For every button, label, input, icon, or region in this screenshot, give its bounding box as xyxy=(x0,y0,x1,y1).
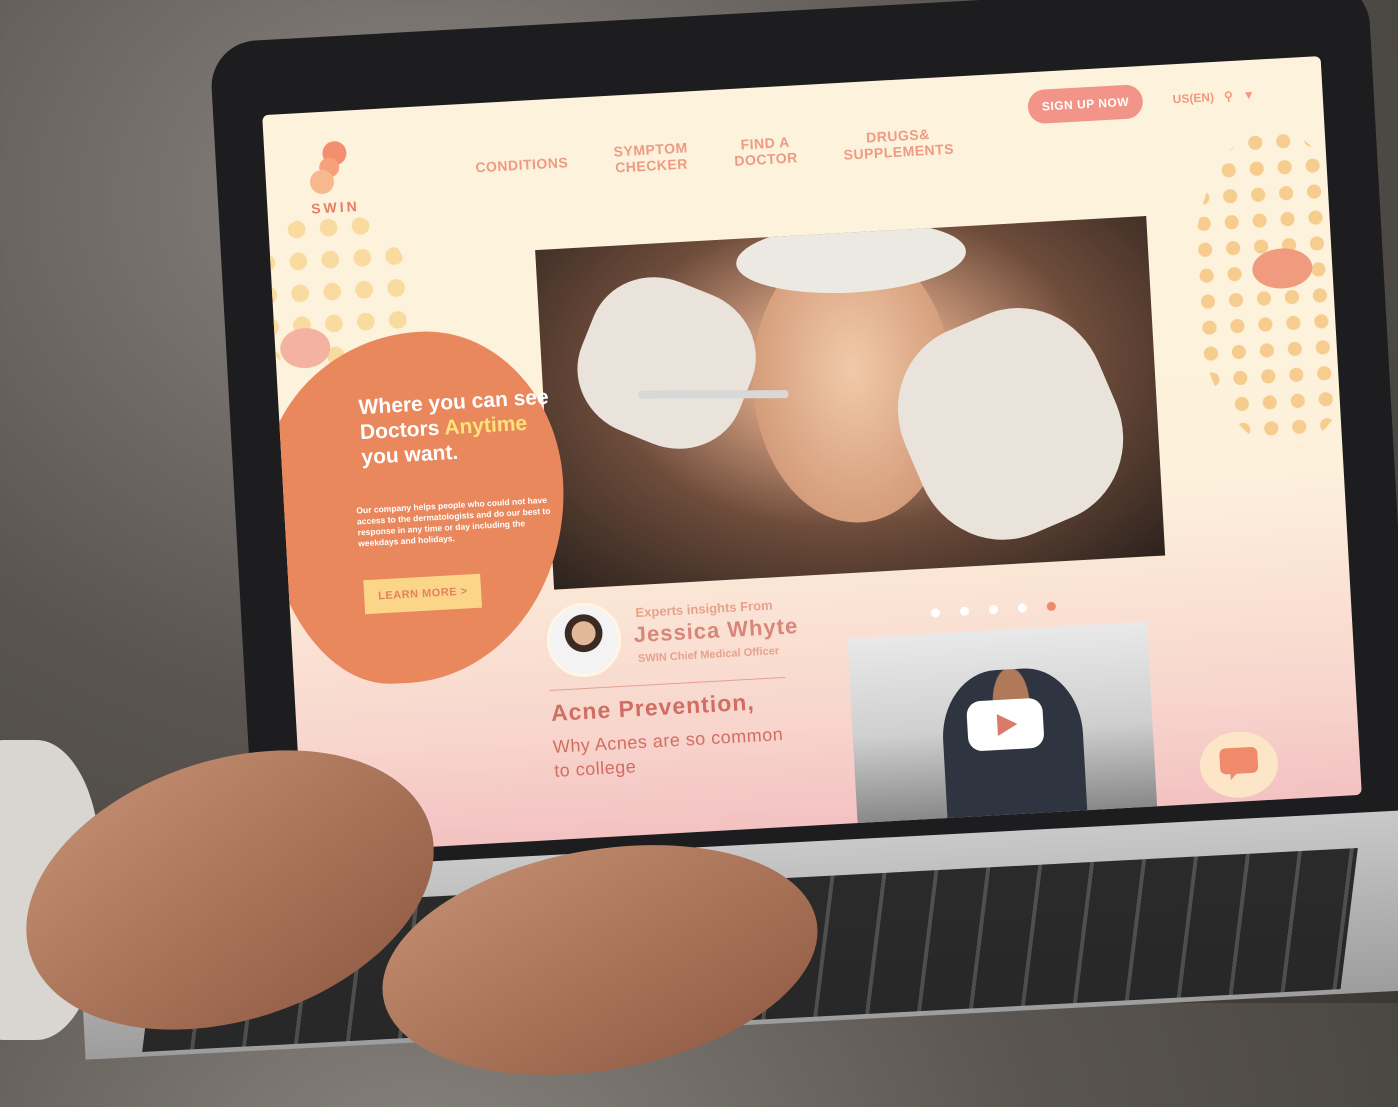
hero-title-highlight: Anytime xyxy=(443,411,528,440)
logo[interactable]: SWIN xyxy=(304,140,364,217)
locale-selector[interactable]: US(EN) ⚲ ▼ xyxy=(1172,88,1255,107)
carousel-dot-active[interactable] xyxy=(1046,601,1057,612)
nav-item-conditions[interactable]: CONDITIONS xyxy=(475,146,570,183)
learn-more-button[interactable]: LEARN MORE > xyxy=(363,573,483,615)
nav-item-find-a-doctor[interactable]: FIND A DOCTOR xyxy=(733,133,798,169)
nav-item-drugs-supplements[interactable]: DRUGS& SUPPLEMENTS xyxy=(842,125,954,163)
carousel-dot[interactable] xyxy=(930,608,941,618)
locale-label: US(EN) xyxy=(1172,90,1215,107)
hero-image xyxy=(535,215,1166,590)
article-title[interactable]: Acne Prevention, xyxy=(550,689,755,727)
logo-icon xyxy=(304,140,363,199)
carousel-dot[interactable] xyxy=(959,606,970,616)
carousel-dot[interactable] xyxy=(988,604,999,615)
chevron-down-icon: ▼ xyxy=(1242,87,1256,103)
hero-glove-left xyxy=(558,257,776,469)
hero-headband xyxy=(734,216,968,299)
article-subtitle[interactable]: Why Acnes are so common to college xyxy=(552,722,794,783)
video-thumbnail[interactable] xyxy=(847,621,1158,839)
chat-icon xyxy=(1219,746,1259,775)
expert-avatar[interactable] xyxy=(544,601,623,680)
hero-title: Where you can see Doctors Anytime you wa… xyxy=(358,385,550,470)
browser-screen: SWIN CONDITIONS SYMPTOM CHECKER FIND A D… xyxy=(262,55,1362,855)
sign-up-button[interactable]: SIGN UP NOW xyxy=(1026,83,1144,125)
play-icon[interactable] xyxy=(966,697,1045,752)
chat-button[interactable] xyxy=(1198,729,1280,800)
carousel-indicators xyxy=(930,601,1057,618)
logo-text: SWIN xyxy=(310,197,361,217)
carousel-dot[interactable] xyxy=(1017,603,1028,613)
nav-item-symptom-checker[interactable]: SYMPTOM CHECKER xyxy=(613,139,689,175)
location-pin-icon: ⚲ xyxy=(1223,88,1234,104)
main-nav: CONDITIONS SYMPTOM CHECKER FIND A DOCTOR… xyxy=(475,125,954,184)
hero-syringe xyxy=(638,390,789,399)
expert-role: SWIN Chief Medical Officer xyxy=(637,645,780,666)
